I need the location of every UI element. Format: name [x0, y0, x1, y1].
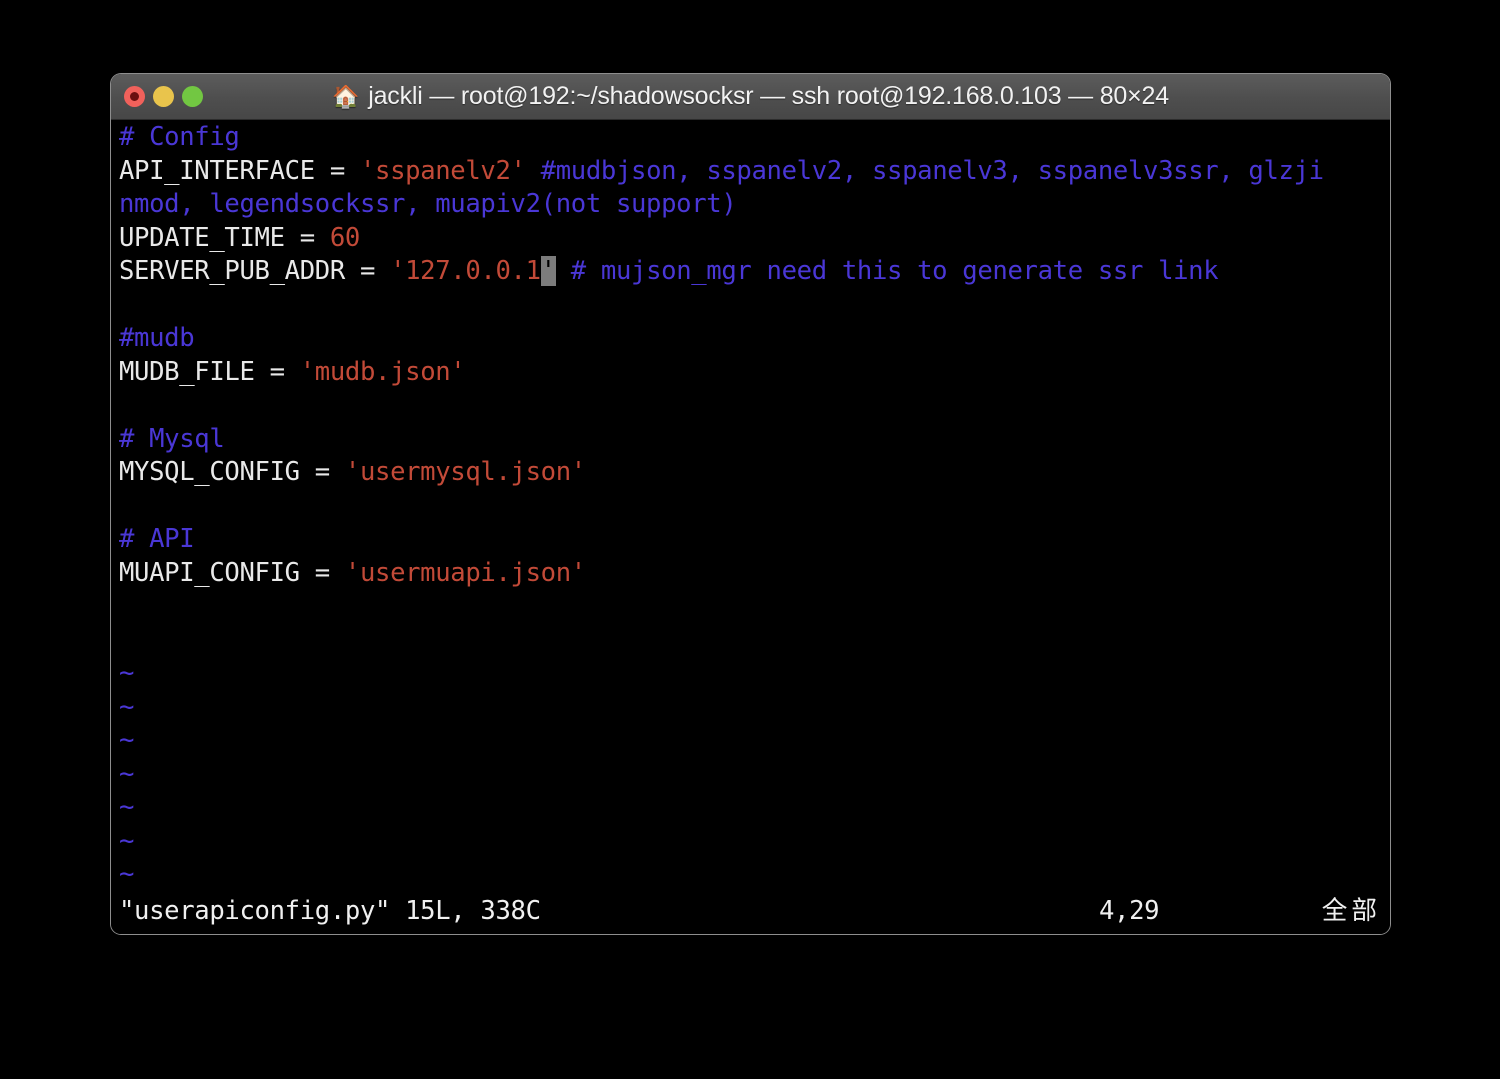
editor-line: # Mysql [119, 423, 1385, 457]
zoom-button[interactable] [182, 86, 203, 107]
editor-line: MUAPI_CONFIG = 'usermuapi.json' [119, 557, 1385, 591]
editor-text: MUDB_FILE = [119, 356, 300, 387]
editor-line: ~ [119, 825, 1385, 859]
editor-line: ~ [119, 691, 1385, 725]
home-icon: 🏠 [332, 83, 360, 109]
editor-text: ~ [119, 825, 135, 856]
editor-line: ~ [119, 724, 1385, 758]
window-title: 🏠 jackli — root@192:~/shadowsocksr — ssh… [332, 82, 1169, 111]
status-cursor-position: 4,29 [1099, 895, 1160, 926]
editor-line: MUDB_FILE = 'mudb.json' [119, 356, 1385, 390]
editor-text: MUAPI_CONFIG = [119, 557, 345, 588]
editor-line: ~ [119, 758, 1385, 792]
editor-line: # Config [119, 121, 1385, 155]
editor-line: API_INTERFACE = 'sspanelv2' #mudbjson, s… [119, 155, 1385, 189]
editor-text: ~ [119, 691, 135, 722]
editor-line: nmod, legendsockssr, muapiv2(not support… [119, 188, 1385, 222]
editor-line: UPDATE_TIME = 60 [119, 222, 1385, 256]
minimize-button[interactable] [153, 86, 174, 107]
editor-line: ~ [119, 657, 1385, 691]
text-cursor: ' [540, 256, 556, 286]
editor-text: ~ [119, 792, 135, 822]
editor-text: #mudbjson, sspanelv2, sspanelv3, sspanel… [525, 155, 1324, 186]
editor-line: ~ [119, 791, 1385, 825]
editor-text: ~ [119, 658, 135, 688]
editor-text: 'mudb.json' [299, 356, 466, 387]
status-file-info: "userapiconfig.py" 15L, 338C [119, 895, 541, 926]
editor-text: ~ [119, 758, 135, 789]
editor-line: # API [119, 523, 1385, 557]
editor-text: # mujson_mgr need this to generate ssr l… [555, 256, 1219, 286]
editor-text: '127.0.0.1 [390, 256, 541, 286]
editor-text: API_INTERFACE = [119, 155, 360, 186]
editor-text: 'sspanelv2' [359, 155, 526, 186]
editor-line: #mudb [119, 322, 1385, 356]
editor-text: 'usermysql.json' [344, 457, 586, 487]
window-controls [124, 74, 203, 119]
close-button[interactable] [124, 86, 145, 107]
editor-line: ~ [119, 858, 1385, 892]
terminal-window[interactable]: 🏠 jackli — root@192:~/shadowsocksr — ssh… [111, 74, 1390, 934]
editor-text: # API [119, 524, 195, 554]
editor-text: UPDATE_TIME = [119, 222, 330, 253]
close-icon [130, 92, 139, 101]
editor-line: MYSQL_CONFIG = 'usermysql.json' [119, 456, 1385, 490]
editor-text: ~ [119, 859, 135, 889]
editor-text: 'usermuapi.json' [344, 557, 586, 588]
editor-buffer[interactable]: # Config API_INTERFACE = 'sspanelv2' #mud… [119, 121, 1385, 892]
vim-status-line: "userapiconfig.py" 15L, 338C 4,29 全部 [119, 895, 1385, 929]
editor-text: # Config [119, 122, 240, 152]
editor-text: #mudb [119, 323, 195, 353]
editor-text: 60 [329, 222, 360, 253]
editor-text: MYSQL_CONFIG = [119, 457, 345, 487]
editor-text: ~ [119, 725, 135, 755]
status-scroll-indicator: 全部 [1321, 895, 1381, 926]
window-title-label: jackli — root@192:~/shadowsocksr — ssh r… [368, 82, 1169, 110]
window-title-bar[interactable]: 🏠 jackli — root@192:~/shadowsocksr — ssh… [111, 74, 1390, 120]
editor-text: SERVER_PUB_ADDR = [119, 256, 391, 286]
editor-line: SERVER_PUB_ADDR = '127.0.0.1' # mujson_m… [119, 255, 1385, 289]
editor-text: # Mysql [119, 423, 225, 454]
editor-text: nmod, legendsockssr, muapiv2(not support… [119, 189, 737, 219]
terminal-screen[interactable]: # Config API_INTERFACE = 'sspanelv2' #mud… [111, 120, 1390, 934]
